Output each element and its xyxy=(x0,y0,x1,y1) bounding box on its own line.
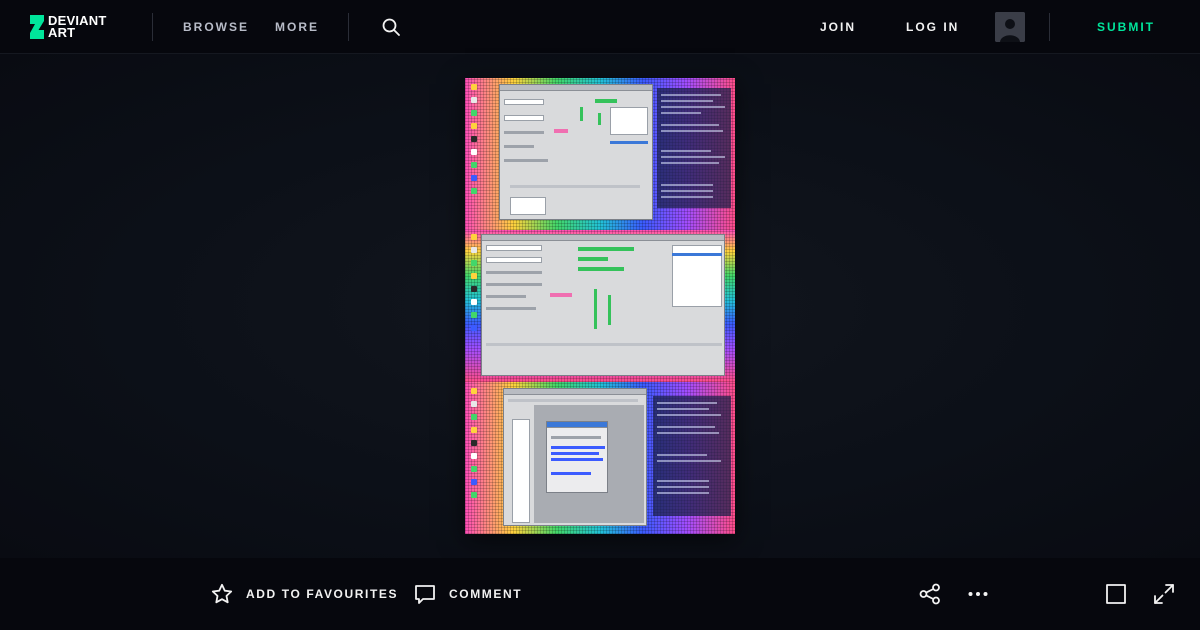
screenshot-panel xyxy=(465,230,735,382)
artwork-stage xyxy=(0,54,1200,558)
add-to-favourites-label: ADD TO FAVOURITES xyxy=(246,587,399,601)
terminal-window xyxy=(657,88,731,208)
user-avatar-icon xyxy=(995,12,1025,42)
more-icon xyxy=(968,592,988,596)
nav-browse[interactable]: BROWSE xyxy=(183,19,249,35)
share-button[interactable] xyxy=(918,582,942,606)
login-link[interactable]: LOG IN xyxy=(906,19,959,35)
avatar[interactable] xyxy=(995,12,1025,42)
header-divider xyxy=(348,13,349,41)
logo-wordmark: DEVIANT ART xyxy=(48,13,107,40)
submit-button[interactable]: SUBMIT xyxy=(1097,19,1155,35)
nav-more[interactable]: MORE xyxy=(275,19,319,35)
search-button[interactable] xyxy=(380,16,402,38)
search-icon xyxy=(382,18,400,36)
screenshot-panel xyxy=(465,78,735,230)
comment-label: COMMENT xyxy=(449,587,523,601)
more-options-button[interactable] xyxy=(966,582,990,606)
file-manager-window xyxy=(503,388,647,526)
fullscreen-button[interactable] xyxy=(1152,582,1176,606)
deviantart-logo-icon xyxy=(30,15,44,39)
desktop-dock xyxy=(471,234,479,338)
header-divider xyxy=(152,13,153,41)
comment-icon xyxy=(415,585,435,604)
square-view-icon xyxy=(1106,584,1126,604)
widget-window xyxy=(481,234,725,376)
view-toggle-button[interactable] xyxy=(1104,582,1128,606)
desktop-dock xyxy=(471,388,479,505)
add-to-favourites-button[interactable]: ADD TO FAVOURITES xyxy=(210,582,398,606)
deviantart-logo[interactable]: DEVIANT ART xyxy=(24,13,118,41)
header-divider xyxy=(1049,13,1050,41)
desktop-dock xyxy=(471,84,479,201)
action-bar: ADD TO FAVOURITES COMMENT xyxy=(0,558,1200,630)
share-icon xyxy=(919,583,940,605)
widget-window xyxy=(499,84,653,220)
comment-button[interactable]: COMMENT xyxy=(413,582,522,606)
join-link[interactable]: JOIN xyxy=(820,19,856,35)
terminal-window xyxy=(653,396,731,516)
artwork-image[interactable] xyxy=(465,78,735,534)
star-icon xyxy=(211,583,233,604)
expand-icon xyxy=(1154,584,1174,604)
top-navigation-bar: DEVIANT ART BROWSE MORE JOIN LOG IN SUBM… xyxy=(0,0,1200,54)
screenshot-panel xyxy=(465,382,735,534)
